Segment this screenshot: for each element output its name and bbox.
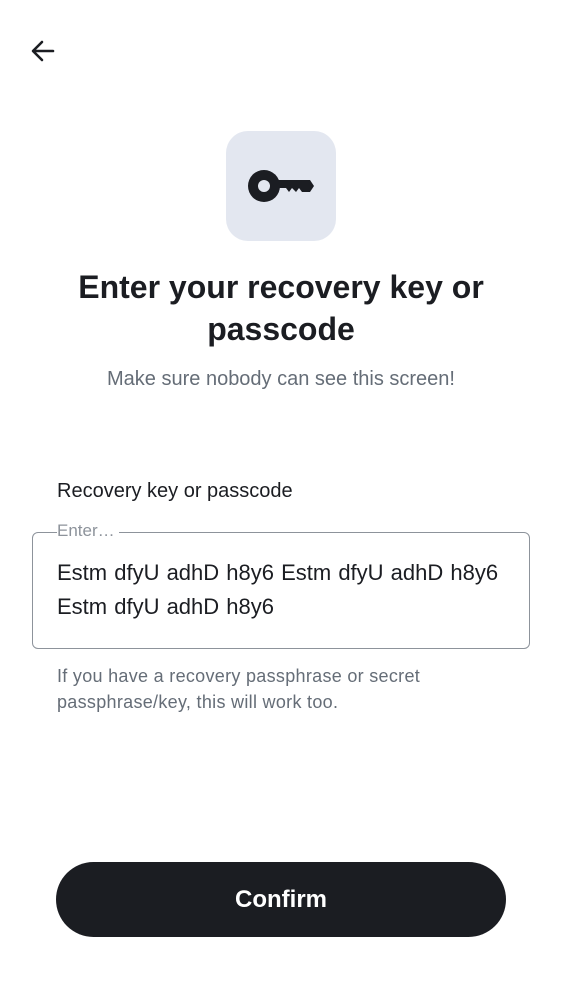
arrow-left-icon xyxy=(31,40,55,62)
key-badge xyxy=(226,131,336,241)
recovery-key-value[interactable]: Estm dfyU adhD h8y6 Estm dfyU adhD h8y6 … xyxy=(57,556,507,624)
confirm-button[interactable]: Confirm xyxy=(56,862,506,937)
recovery-key-placeholder: Enter… xyxy=(57,521,119,541)
back-button[interactable] xyxy=(22,30,64,72)
recovery-key-label: Recovery key or passcode xyxy=(57,480,293,502)
key-icon xyxy=(248,170,314,202)
confirm-button-label: Confirm xyxy=(235,885,327,913)
page-title: Enter your recovery key or passcode xyxy=(78,269,484,347)
page-subtitle: Make sure nobody can see this screen! xyxy=(107,368,455,390)
recovery-key-helper-text: If you have a recovery passphrase or sec… xyxy=(57,666,421,712)
